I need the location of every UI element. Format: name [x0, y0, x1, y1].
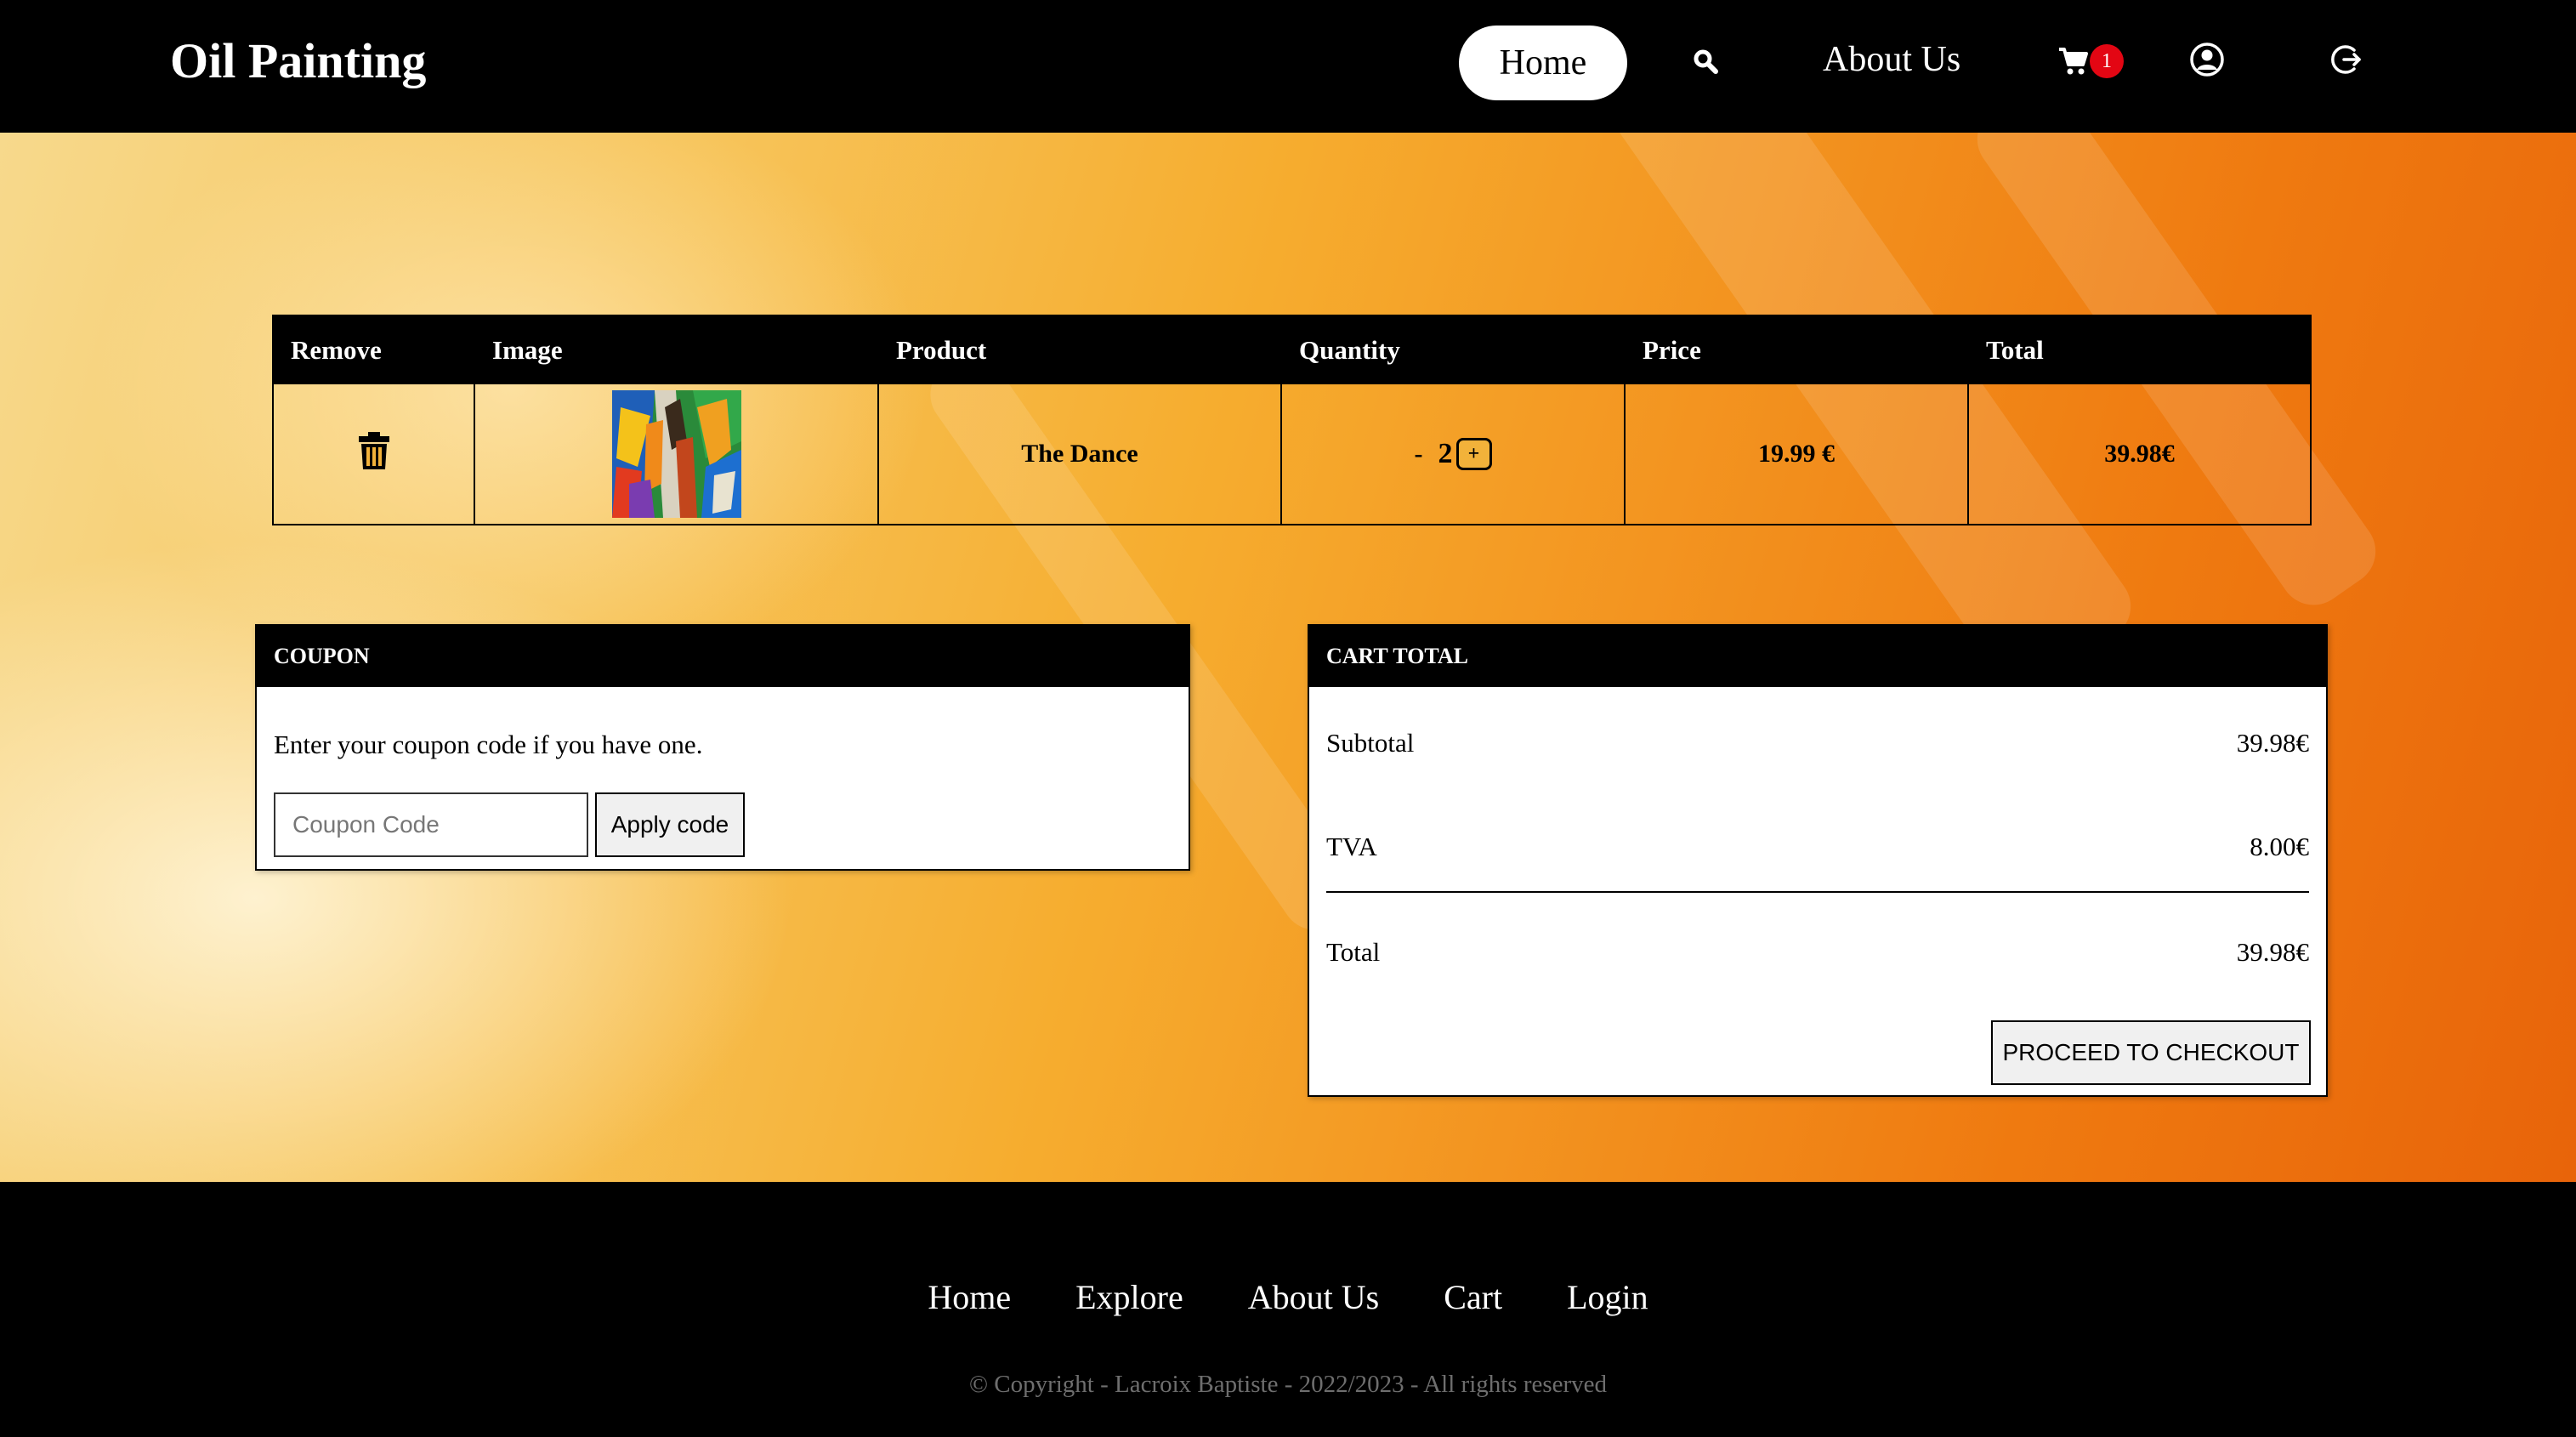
cart-table-header: Remove Image Product Quantity Price Tota… [274, 316, 2310, 384]
subtotal-row: Subtotal 39.98€ [1326, 728, 2309, 758]
footer-link-login[interactable]: Login [1567, 1277, 1648, 1317]
trash-icon[interactable] [357, 431, 391, 477]
column-header-image: Image [492, 335, 563, 365]
column-header-product: Product [896, 335, 987, 365]
image-cell [475, 384, 879, 524]
quantity-value: 2 [1438, 438, 1453, 469]
main-content: Remove Image Product Quantity Price Tota… [0, 133, 2576, 1182]
logout-icon[interactable] [2328, 41, 2365, 78]
table-row: The Dance - 2 + 19.99 € 39.98€ [274, 384, 2310, 524]
footer-link-home[interactable]: Home [928, 1277, 1011, 1317]
nav-home-button[interactable]: Home [1459, 26, 1627, 100]
coupon-code-input[interactable] [274, 792, 588, 857]
total-value: 39.98€ [2236, 937, 2309, 967]
product-price: 19.99 € [1626, 384, 1969, 524]
remove-cell [274, 384, 475, 524]
quantity-stepper: - 2 + [1282, 384, 1626, 524]
tva-row: TVA 8.00€ [1326, 832, 2309, 862]
tva-label: TVA [1326, 832, 1377, 861]
column-header-remove: Remove [291, 335, 382, 365]
site-footer: Home Explore About Us Cart Login © Copyr… [0, 1182, 2576, 1437]
product-image[interactable] [611, 390, 741, 518]
tva-value: 8.00€ [2250, 832, 2309, 861]
coupon-instructions: Enter your coupon code if you have one. [274, 730, 703, 759]
total-label: Total [1326, 937, 1381, 967]
cart-icon[interactable] [2056, 44, 2091, 78]
user-icon[interactable] [2188, 41, 2226, 78]
column-header-quantity: Quantity [1299, 335, 1400, 365]
subtotal-label: Subtotal [1326, 728, 1415, 758]
product-name: The Dance [879, 384, 1282, 524]
coupon-panel: COUPON Enter your coupon code if you hav… [255, 624, 1190, 871]
cart-total-title: CART TOTAL [1309, 626, 2326, 687]
column-header-total: Total [1986, 335, 2044, 365]
subtotal-value: 39.98€ [2236, 728, 2309, 758]
nav-about-link[interactable]: About Us [1823, 39, 1960, 80]
footer-link-about[interactable]: About Us [1248, 1277, 1379, 1317]
search-icon[interactable] [1688, 44, 1722, 78]
coupon-title: COUPON [257, 626, 1189, 687]
footer-link-explore[interactable]: Explore [1075, 1277, 1183, 1317]
proceed-to-checkout-button[interactable]: PROCEED TO CHECKOUT [1991, 1020, 2311, 1085]
column-header-price: Price [1643, 335, 1701, 365]
cart-count-badge: 1 [2090, 44, 2124, 78]
footer-link-cart[interactable]: Cart [1444, 1277, 1502, 1317]
footer-nav: Home Explore About Us Cart Login [0, 1277, 2576, 1317]
total-row: Total 39.98€ [1326, 937, 2309, 968]
product-line-total: 39.98€ [2104, 440, 2175, 468]
quantity-increment-button[interactable]: + [1455, 438, 1492, 470]
quantity-decrement-button[interactable]: - [1415, 440, 1423, 469]
cart-table: Remove Image Product Quantity Price Tota… [272, 315, 2312, 525]
site-header: Oil Painting Home About Us 1 [0, 0, 2576, 133]
site-brand[interactable]: Oil Painting [170, 32, 426, 89]
cart-total-panel: CART TOTAL Subtotal 39.98€ TVA 8.00€ Tot… [1308, 624, 2328, 1097]
apply-code-button[interactable]: Apply code [595, 792, 745, 857]
copyright-text: © Copyright - Lacroix Baptiste - 2022/20… [968, 1371, 1608, 1398]
total-divider [1326, 891, 2309, 893]
